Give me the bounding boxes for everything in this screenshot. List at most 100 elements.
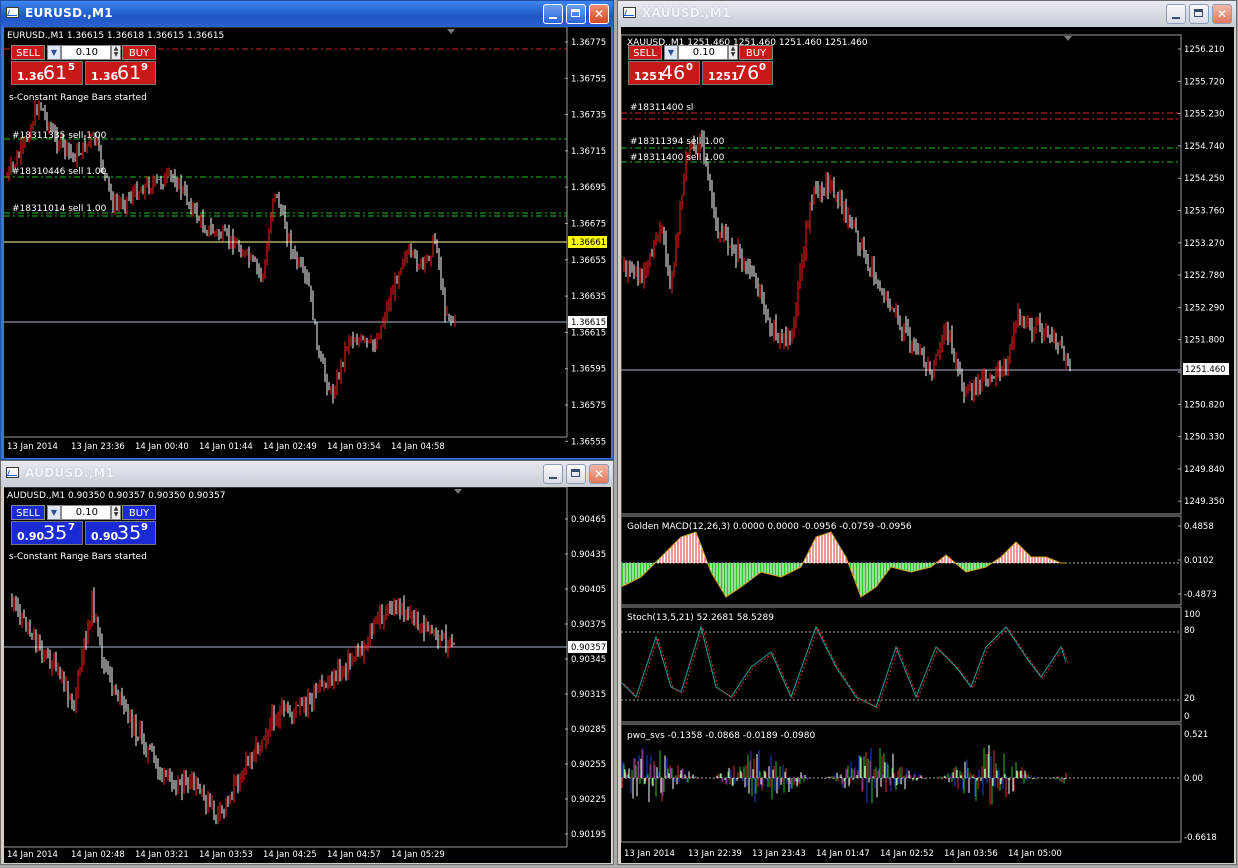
eurusd-chart-canvas[interactable]: EURUSD.,M1 1.36615 1.36618 1.36615 1.366… [4, 27, 611, 458]
y-axis-tick-label: 0.90375 [571, 620, 606, 630]
order-label: #18311335 sell 1.00 [12, 131, 107, 141]
buy-price-big: 61 [117, 62, 142, 84]
stoch-label: Stoch(13,5,21) 52.2681 58.5289 [627, 613, 774, 623]
y-axis-tick-label: 0.90465 [571, 515, 606, 525]
eurusd-chart[interactable]: EURUSD.,M1 1.36615 1.36618 1.36615 1.366… [4, 27, 611, 458]
pwo-label: pwo_svs -0.1358 -0.0868 -0.0189 -0.0980 [627, 731, 815, 741]
xauusd-window[interactable]: XAUUSD.,M1 ✕ 0.4858 0.0102 -0.4873 100 80 20… [617, 0, 1237, 865]
close-button[interactable]: ✕ [589, 4, 609, 24]
macd-tick-label: 0.4858 [1184, 522, 1214, 532]
x-axis-tick-label: 13 Jan 2014 [624, 849, 675, 859]
y-axis-tick-label: 1255.720 [1184, 77, 1225, 87]
minimize-icon [549, 477, 557, 479]
buy-button[interactable]: BUY [122, 505, 156, 520]
current-price-tag-text: 1.36661 [571, 238, 606, 248]
y-axis-tick-label: 1252.290 [1184, 303, 1225, 313]
eurusd-titlebar[interactable]: EURUSD.,M1 ✕ [1, 1, 613, 27]
lot-dropdown-arrow[interactable]: ▼ [664, 45, 678, 60]
y-axis-tick-label: 0.90345 [571, 655, 606, 665]
y-axis-tick-label: 1253.760 [1184, 207, 1225, 217]
audusd-titlebar[interactable]: AUDUSD.,M1 ✕ [1, 461, 613, 487]
x-axis-tick-label: 14 Jan 01:44 [199, 442, 253, 452]
y-axis-tick-label: 1249.350 [1184, 497, 1225, 507]
maximize-icon [1194, 9, 1203, 17]
pwo-tick-label: -0.6618 [1184, 833, 1217, 843]
minimize-button[interactable] [543, 464, 563, 484]
xauusd-chart[interactable]: 0.4858 0.0102 -0.4873 100 80 20 0 0.521 0.00 -0… [621, 27, 1234, 863]
close-icon: ✕ [593, 467, 605, 481]
minimize-button[interactable] [1166, 4, 1186, 24]
y-axis-tick-label: 0.90255 [571, 760, 606, 770]
order-label: #18311014 sell 1.00 [12, 204, 107, 214]
x-axis-tick-label: 14 Jan 04:58 [391, 442, 445, 452]
lot-size-input[interactable]: 0.10 [61, 505, 111, 520]
x-axis-tick-label: 14 Jan 05:29 [391, 850, 445, 860]
sell-price-sup: 0 [686, 62, 693, 73]
y-axis-tick-label: 1.36675 [571, 220, 606, 230]
x-axis-tick-label: 14 Jan 2014 [7, 850, 58, 860]
y-axis-tick-label: 1249.840 [1184, 465, 1225, 475]
pwo-tick-label: 0.00 [1184, 774, 1203, 784]
y-axis-tick-label: 1.36555 [571, 437, 606, 447]
lot-size-input[interactable]: 0.10 [61, 45, 111, 60]
bid-price-tag-text: 1.36615 [571, 318, 606, 328]
close-icon: ✕ [1216, 7, 1228, 21]
subwindow-frame [621, 34, 1182, 515]
stoch-tick-label: 100 [1184, 610, 1200, 620]
chart-window-icon [6, 467, 19, 478]
lot-spinner[interactable]: ▲ ▼ [111, 45, 121, 60]
y-axis-tick-label: 1.36615 [571, 328, 606, 338]
sell-price-prefix: 0.90 [17, 530, 45, 543]
indicator-status-text: s-Constant Range Bars started [9, 93, 147, 103]
sell-button[interactable]: SELL [11, 45, 45, 60]
maximize-button[interactable] [1189, 4, 1209, 24]
audusd-chart[interactable]: AUDUSD.,M1 0.90350 0.90357 0.90350 0.903… [4, 487, 611, 863]
buy-price-sup: 9 [141, 522, 148, 533]
sell-button[interactable]: SELL [628, 45, 662, 60]
lot-spinner[interactable]: ▲ ▼ [111, 505, 121, 520]
y-axis-tick-label: 1.36755 [571, 74, 606, 84]
y-axis-tick-label: 0.90435 [571, 550, 606, 560]
sell-price-box[interactable]: 1251 46 0 [628, 61, 700, 85]
xauusd-chart-canvas[interactable]: 0.4858 0.0102 -0.4873 100 80 20 0 0.521 0.00 -0… [621, 27, 1234, 863]
close-button[interactable]: ✕ [589, 464, 609, 484]
audusd-window[interactable]: AUDUSD.,M1 ✕ AUDUSD.,M1 0.90350 0.90357 … [0, 460, 614, 865]
sell-price-box[interactable]: 0.90 35 7 [11, 521, 83, 545]
maximize-button[interactable] [566, 464, 586, 484]
close-button[interactable]: ✕ [1212, 4, 1232, 24]
buy-price-box[interactable]: 1.36 61 9 [85, 61, 156, 85]
eurusd-window[interactable]: EURUSD.,M1 ✕ EURUSD.,M1 1.36615 1.36618 … [0, 0, 614, 460]
minimize-icon [1172, 17, 1180, 19]
minimize-button[interactable] [543, 4, 563, 24]
maximize-icon [571, 9, 580, 17]
lot-spinner[interactable]: ▲ ▼ [728, 45, 738, 60]
buy-price-box[interactable]: 0.90 35 9 [85, 521, 156, 545]
buy-price-big: 76 [735, 62, 760, 84]
sell-button[interactable]: SELL [11, 505, 45, 520]
order-label: #18310446 sell 1.00 [12, 167, 107, 177]
y-axis-tick-label: 1256.210 [1184, 45, 1225, 55]
buy-button[interactable]: BUY [739, 45, 773, 60]
lot-dropdown-arrow[interactable]: ▼ [47, 45, 61, 60]
lot-dropdown-arrow[interactable]: ▼ [47, 505, 61, 520]
y-axis-tick-label: 1252.780 [1184, 271, 1225, 281]
buy-price-box[interactable]: 1251 76 0 [702, 61, 773, 85]
x-axis-tick-label: 13 Jan 23:36 [71, 442, 125, 452]
y-axis-tick-label: 0.90315 [571, 690, 606, 700]
lot-size-input[interactable]: 0.10 [678, 45, 728, 60]
y-axis-tick-label: 1250.330 [1184, 433, 1225, 443]
pwo-tick-label: 0.521 [1184, 730, 1208, 740]
buy-button[interactable]: BUY [122, 45, 156, 60]
maximize-button[interactable] [566, 4, 586, 24]
xauusd-titlebar[interactable]: XAUUSD.,M1 ✕ [618, 1, 1236, 27]
macd-label: Golden MACD(12,26,3) 0.0000 0.0000 -0.09… [627, 522, 912, 532]
chart-info-text: AUDUSD.,M1 0.90350 0.90357 0.90350 0.903… [7, 491, 225, 501]
x-axis-tick-label: 14 Jan 02:48 [71, 850, 125, 860]
sell-price-box[interactable]: 1.36 61 5 [11, 61, 83, 85]
x-axis-tick-label: 14 Jan 00:40 [135, 442, 189, 452]
sell-price-sup: 5 [68, 62, 75, 73]
chart-window-icon [6, 7, 19, 18]
y-axis-tick-label: 1.36575 [571, 401, 606, 411]
y-axis-tick-label: 1253.270 [1184, 239, 1225, 249]
y-axis-tick-label: 1.36695 [571, 183, 606, 193]
